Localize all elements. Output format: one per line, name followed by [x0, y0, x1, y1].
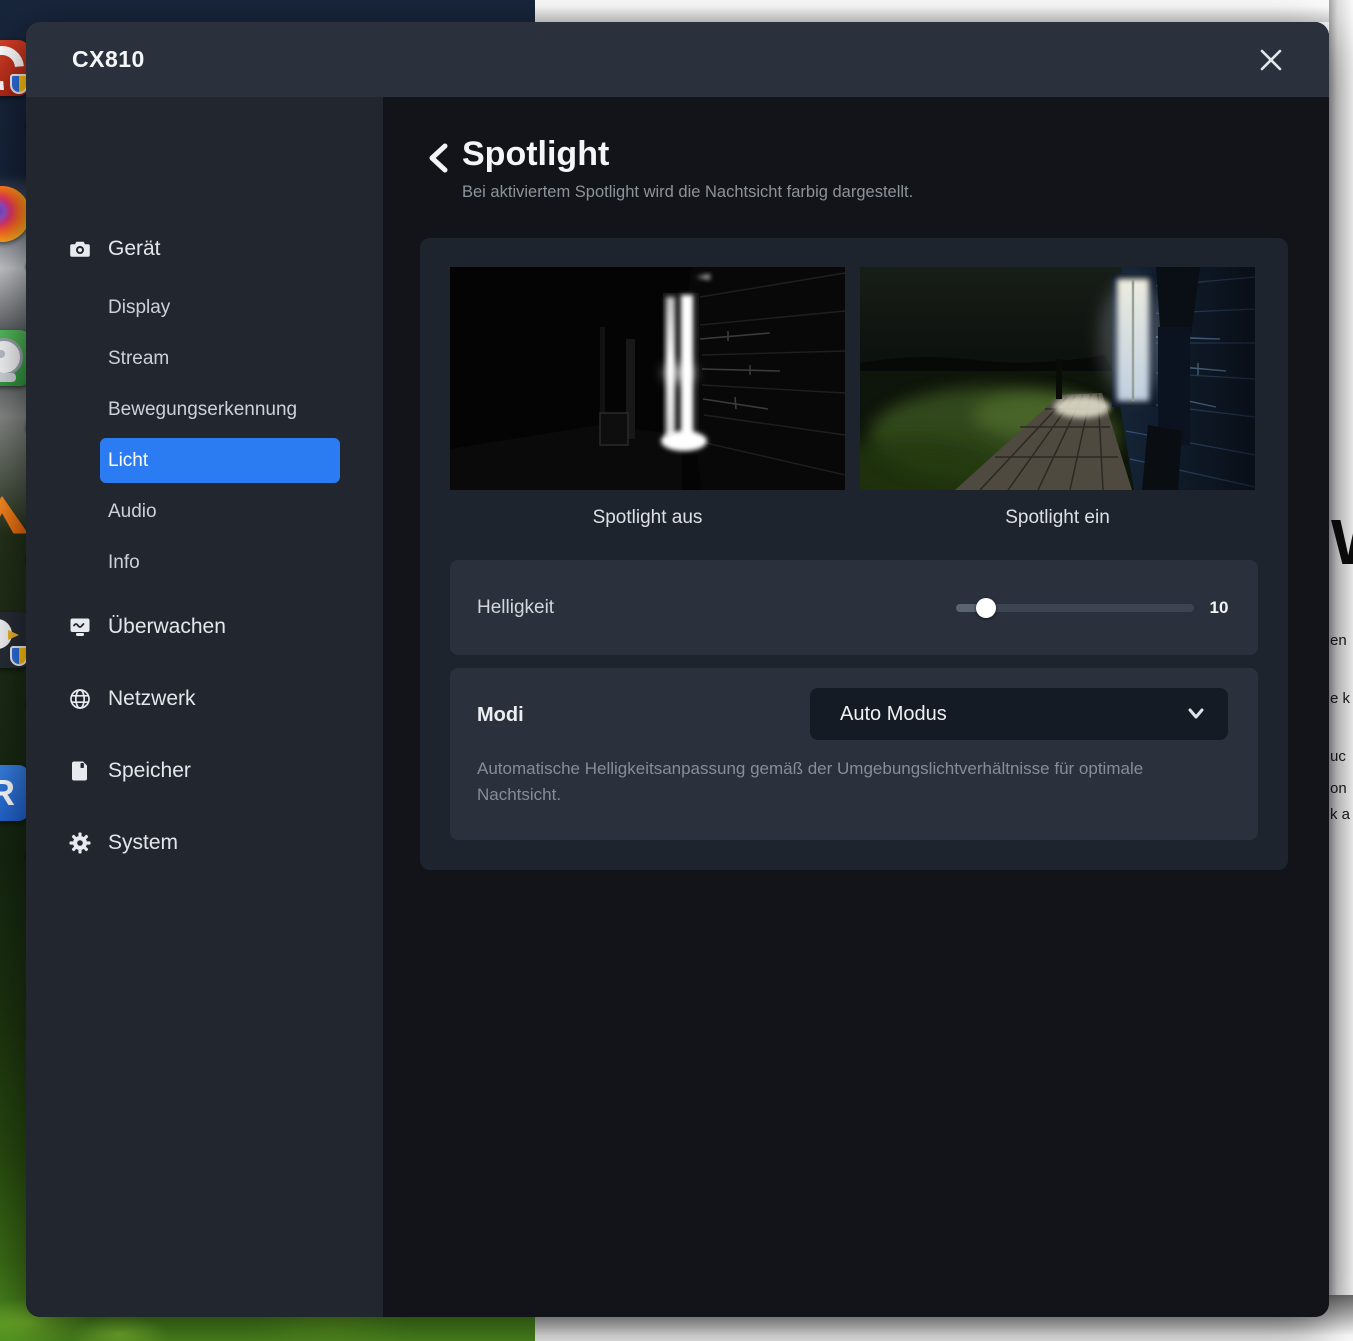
settings-sidebar: Gerät Display Stream Bewegungserkennung …	[26, 97, 383, 1317]
page-subtitle: Bei aktiviertem Spotlight wird die Nacht…	[462, 183, 913, 202]
sidebar-item-bewegungserkennung[interactable]: Bewegungserkennung	[108, 395, 297, 425]
gear-icon	[68, 831, 92, 855]
back-icon[interactable]	[424, 142, 452, 174]
dialog-title: CX810	[72, 22, 145, 97]
sidebar-item-ueberwachen[interactable]: Überwachen	[68, 612, 226, 642]
page-heading-fragment: W	[1331, 505, 1353, 579]
camera-icon	[68, 237, 92, 261]
preview-caption: Spotlight aus	[450, 507, 845, 529]
mode-dropdown[interactable]: Auto Modus	[810, 688, 1228, 740]
globe-icon	[68, 687, 92, 711]
close-icon[interactable]	[1257, 46, 1285, 74]
camera-settings-dialog: CX810 Gerät Display Stream Bewegungserke…	[26, 22, 1329, 1317]
chevron-down-icon	[1186, 704, 1206, 724]
sidebar-item-info[interactable]: Info	[108, 548, 140, 578]
sidebar-item-audio[interactable]: Audio	[108, 497, 157, 527]
spotlight-settings-panel: Spotlight Bei aktiviertem Spotlight wird…	[383, 97, 1329, 1317]
night-vision-on-image	[860, 267, 1255, 490]
sidebar-item-stream[interactable]: Stream	[108, 344, 169, 374]
page-title: Spotlight	[462, 135, 609, 174]
preview-spotlight-off: Spotlight aus	[450, 267, 845, 529]
preview-spotlight-on: Spotlight ein	[860, 267, 1255, 529]
sidebar-item-speicher[interactable]: Speicher	[68, 756, 191, 786]
sidebar-item-label: System	[108, 831, 178, 855]
preview-caption: Spotlight ein	[860, 507, 1255, 529]
sidebar-item-geraet[interactable]: Gerät	[68, 234, 161, 264]
page-text-fragment: e k	[1330, 690, 1350, 707]
sidebar-item-label: Überwachen	[108, 615, 226, 639]
brightness-row: Helligkeit 10	[450, 560, 1258, 655]
sidebar-item-label: Gerät	[108, 237, 161, 261]
slider-thumb[interactable]	[976, 598, 996, 618]
night-vision-off-image	[450, 267, 845, 490]
monitor-icon	[68, 615, 92, 639]
sidebar-item-display[interactable]: Display	[108, 293, 170, 323]
spotlight-card: Spotlight aus	[420, 238, 1288, 870]
brightness-label: Helligkeit	[477, 597, 554, 619]
mode-row: Modi Auto Modus Automatische Helligkeits…	[450, 668, 1258, 840]
page-shade	[535, 0, 1353, 22]
sidebar-item-label: Speicher	[108, 759, 191, 783]
storage-icon	[68, 759, 92, 783]
brightness-value: 10	[1194, 598, 1244, 618]
sidebar-item-netzwerk[interactable]: Netzwerk	[68, 684, 196, 714]
sidebar-item-licht[interactable]: Licht	[100, 438, 340, 483]
mode-label: Modi	[477, 704, 524, 727]
dialog-titlebar: CX810	[26, 22, 1329, 97]
sidebar-item-system[interactable]: System	[68, 828, 178, 858]
sidebar-item-label: Netzwerk	[108, 687, 196, 711]
brightness-slider[interactable]	[956, 598, 1194, 618]
page-text-fragment: k a	[1330, 806, 1350, 823]
mode-description: Automatische Helligkeitsanpassung gemäß …	[477, 756, 1193, 809]
page-text-fragment: on	[1330, 780, 1347, 797]
page-text-fragment: en	[1330, 632, 1347, 649]
mode-selected-option: Auto Modus	[840, 688, 947, 740]
page-shade	[1329, 0, 1353, 1341]
preview-comparison: Spotlight aus	[450, 267, 1255, 529]
page-text-fragment: uc	[1330, 748, 1346, 765]
